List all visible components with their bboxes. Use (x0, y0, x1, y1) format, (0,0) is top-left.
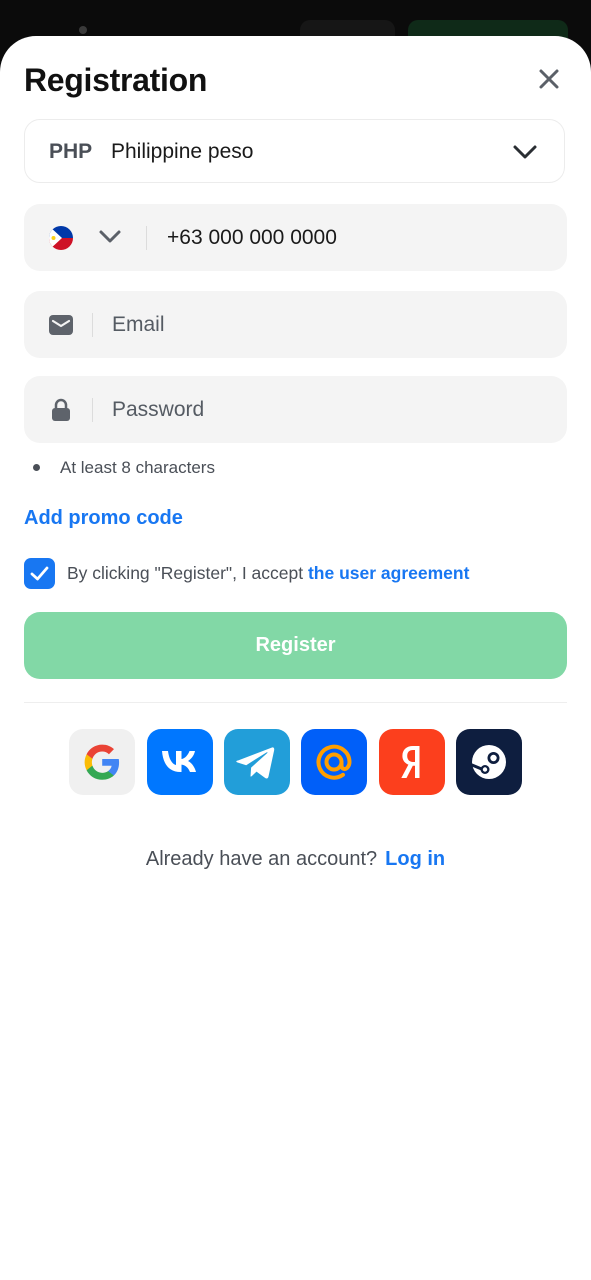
header-indicator (79, 26, 87, 34)
google-icon (84, 744, 120, 780)
steam-login-button[interactable] (456, 729, 522, 795)
register-button[interactable]: Register (24, 612, 567, 679)
agreement-checkbox[interactable] (24, 558, 55, 589)
page-title: Registration (24, 62, 208, 98)
at-sign-icon (316, 744, 352, 780)
password-field[interactable]: Password (24, 376, 567, 443)
currency-select[interactable]: PHP Philippine peso (24, 119, 565, 183)
telegram-login-button[interactable] (224, 729, 290, 795)
telegram-icon (236, 747, 275, 779)
google-login-button[interactable] (69, 729, 135, 795)
currency-code: PHP (49, 140, 93, 163)
checkmark-icon (30, 566, 49, 581)
yandex-login-button[interactable] (379, 729, 445, 795)
yandex-icon (401, 746, 420, 778)
registration-sheet: Registration PHP Philippine peso +63 000… (0, 36, 591, 1280)
chevron-down-icon (513, 145, 537, 159)
bullet-icon (33, 464, 40, 471)
agreement-text: By clicking "Register", I accept the use… (67, 563, 469, 584)
divider (24, 702, 567, 703)
login-link[interactable]: Log in (385, 848, 445, 870)
field-separator (92, 398, 93, 422)
currency-name: Philippine peso (111, 140, 254, 163)
mail-ru-login-button[interactable] (301, 729, 367, 795)
email-input[interactable]: Email (112, 313, 165, 337)
email-field[interactable]: Email (24, 291, 567, 358)
philippines-flag-icon[interactable] (49, 226, 73, 250)
envelope-icon (49, 315, 73, 335)
steam-icon (470, 745, 506, 779)
user-agreement-link[interactable]: the user agreement (308, 563, 469, 583)
chevron-down-icon[interactable] (98, 226, 122, 248)
vk-login-button[interactable] (147, 729, 213, 795)
login-prompt-text: Already have an account? (145, 848, 378, 870)
close-button[interactable] (532, 62, 566, 96)
phone-field[interactable]: +63 000 000 0000 (24, 204, 567, 271)
field-separator (92, 313, 93, 337)
lock-icon (52, 398, 70, 421)
password-input[interactable]: Password (112, 398, 204, 422)
phone-input[interactable]: +63 000 000 0000 (167, 226, 337, 250)
agreement-label: By clicking "Register", I accept (67, 563, 308, 583)
add-promo-code-link[interactable]: Add promo code (24, 507, 183, 530)
login-prompt: Already have an account? Log in (0, 848, 591, 871)
close-icon (539, 69, 559, 89)
password-hint-text: At least 8 characters (60, 458, 215, 477)
field-separator (146, 226, 147, 250)
vk-icon (162, 751, 196, 772)
